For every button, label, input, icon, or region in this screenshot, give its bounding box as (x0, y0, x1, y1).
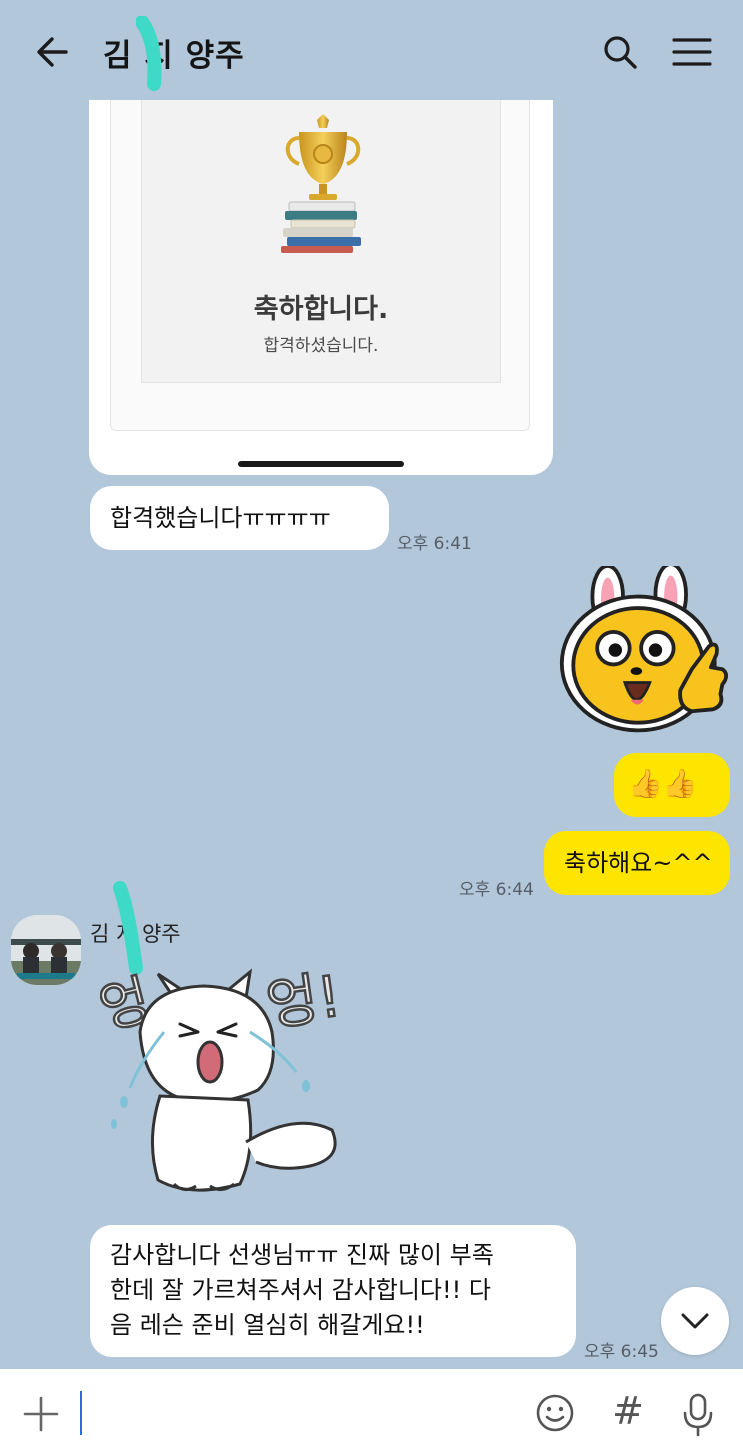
sticker-text: 엉! (263, 964, 345, 1039)
chat-title: 김 지 양주 (103, 38, 245, 74)
text-caret (80, 1391, 82, 1435)
home-indicator-bar (238, 461, 404, 467)
incoming-message[interactable]: 합격했습니다ㅠㅠㅠㅠ (90, 486, 389, 550)
emoji-icon[interactable] (535, 1393, 575, 1433)
message-line: 음 레슨 준비 열심히 해갈게요!! (110, 1311, 425, 1339)
message-text: 합격했습니다ㅠㅠㅠㅠ (110, 504, 331, 532)
avatar[interactable] (11, 915, 81, 985)
message-time: 오후 6:45 (584, 1342, 659, 1362)
chevron-down-icon (681, 1313, 709, 1329)
thumbs-up-emoji: 👍👍 (628, 767, 698, 800)
card-panel: 축하합니다. 합격하셨습니다. (141, 100, 501, 383)
redaction-mark (136, 16, 162, 91)
message-time: 오후 6:44 (459, 880, 534, 900)
menu-icon[interactable] (668, 28, 716, 76)
trophy-icon (281, 114, 361, 253)
microphone-icon[interactable] (680, 1393, 716, 1437)
hashtag-search-button[interactable]: # (608, 1387, 648, 1435)
back-arrow-icon[interactable] (28, 28, 76, 76)
incoming-message[interactable]: 감사합니다 선생님ㅠㅠ 진짜 많이 부족 한데 잘 가르쳐주셔서 감사합니다!!… (90, 1225, 576, 1357)
message-line: 한데 잘 가르쳐주셔서 감사합니다!! 다 (110, 1276, 491, 1304)
message-input[interactable] (78, 1389, 512, 1437)
card-frame: 축하합니다. 합격하셨습니다. (110, 100, 530, 431)
message-input-bar: # (0, 1369, 743, 1456)
rabbit-thumbs-up-sticker[interactable] (558, 566, 730, 738)
outgoing-message[interactable]: 👍👍 (614, 753, 730, 817)
plus-icon[interactable] (22, 1395, 60, 1433)
congratulations-image[interactable]: 축하합니다. 합격하셨습니다. (89, 100, 553, 475)
message-text: 축하해요~^^ (564, 849, 713, 877)
message-line: 감사합니다 선생님ㅠㅠ 진짜 많이 부족 (110, 1241, 494, 1269)
chat-header: 김 지 양주 (0, 0, 743, 100)
card-title: 축하합니다. (253, 294, 389, 325)
scroll-to-bottom-button[interactable] (661, 1287, 729, 1355)
outgoing-message[interactable]: 축하해요~^^ (544, 831, 730, 895)
crying-cat-sticker[interactable]: 엉 엉! (100, 962, 350, 1202)
card-subtitle: 합격하셨습니다. (263, 336, 379, 356)
avatar-photo (11, 915, 81, 985)
message-time: 오후 6:41 (397, 534, 472, 554)
search-icon[interactable] (598, 28, 642, 76)
